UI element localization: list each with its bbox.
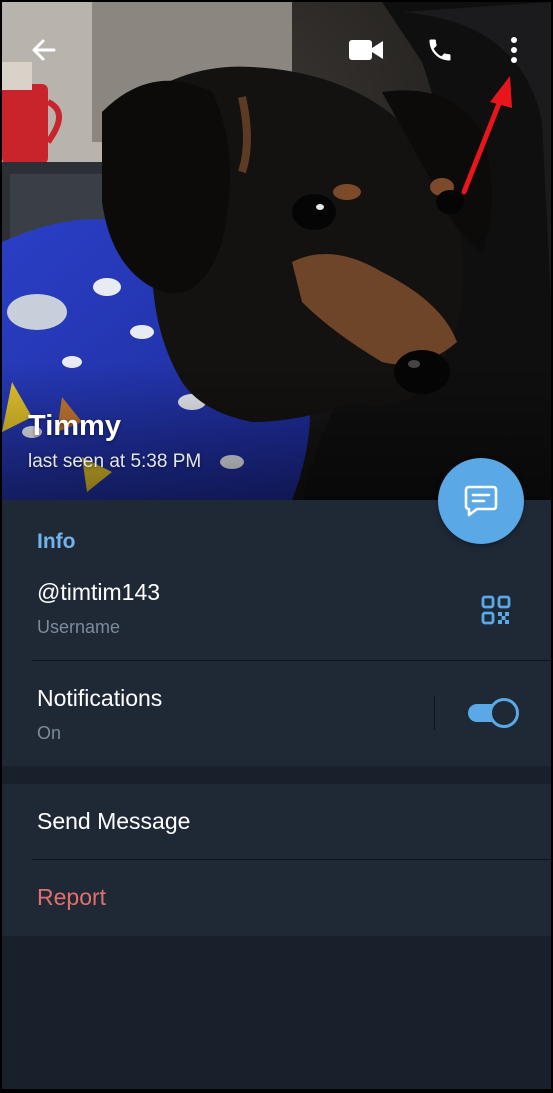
send-message-label: Send Message [37,808,191,834]
username-label: Username [37,617,121,637]
username-value[interactable]: @timtim143 [37,579,160,606]
voice-call-button[interactable] [416,26,464,74]
qr-code-icon [481,595,511,625]
notifications-toggle[interactable] [466,698,520,728]
message-icon [464,485,498,517]
row-divider [32,660,551,661]
video-call-button[interactable] [342,26,390,74]
last-seen-status: last seen at 5:38 PM [28,451,202,472]
send-message-item[interactable]: Send Message [2,784,551,859]
profile-screen: Timmy last seen at 5:38 PM Info @timtim1… [2,2,551,1089]
notifications-label[interactable]: Notifications [37,685,162,712]
profile-name: Timmy [28,410,121,442]
qr-code-button[interactable] [476,590,516,630]
arrow-left-icon [32,39,56,61]
report-item[interactable]: Report [2,860,551,935]
phone-icon [429,39,451,61]
actions-section: Send Message Report [2,784,551,936]
video-camera-icon [349,40,383,60]
vertical-divider [434,696,435,730]
send-message-fab[interactable] [438,458,524,544]
more-vertical-icon [511,37,517,63]
report-label: Report [37,884,107,910]
info-section-title: Info [37,530,76,553]
more-options-button[interactable] [490,26,538,74]
toggle-thumb [489,698,519,728]
notifications-status: On [37,723,62,743]
annotation-arrow [461,76,512,195]
back-button[interactable] [20,26,68,74]
